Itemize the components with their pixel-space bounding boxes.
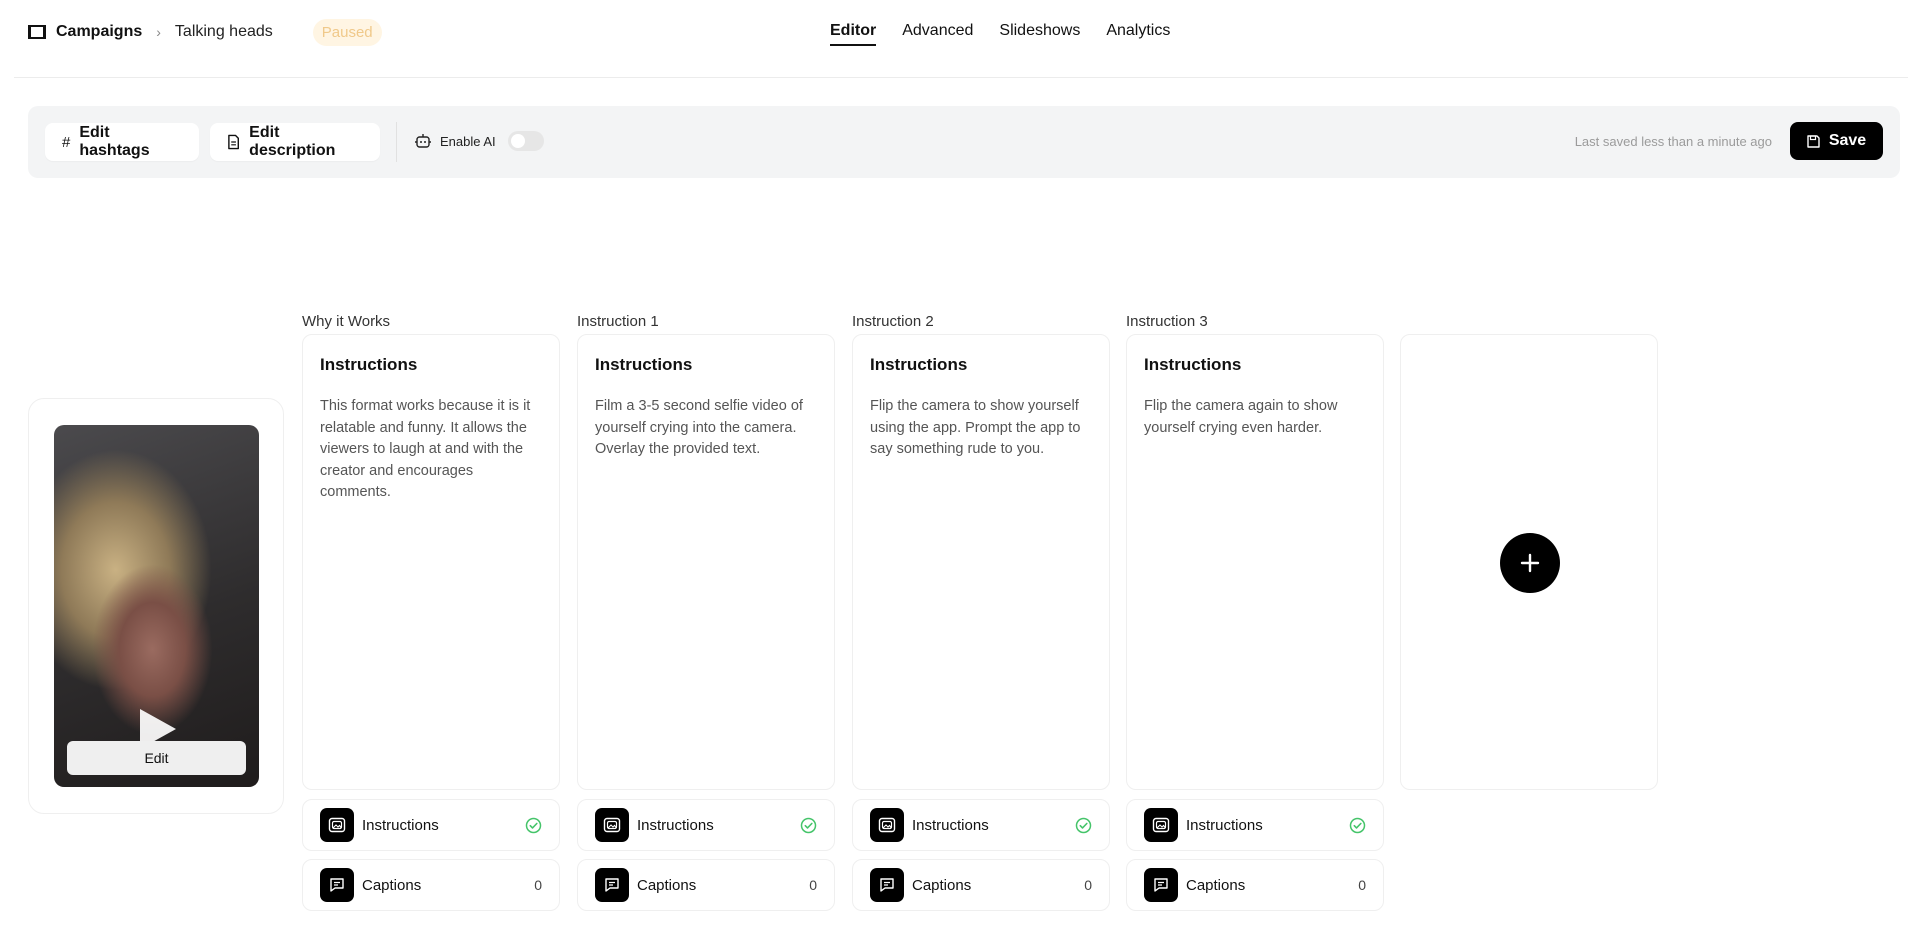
instruction-heading: Instructions [870, 355, 968, 374]
breadcrumb-current: Talking heads [174, 23, 273, 40]
add-instruction-card [1400, 334, 1658, 790]
edit-hashtags-button[interactable]: # Edit hashtags [45, 123, 199, 161]
main-tabs: Editor Advanced Slideshows Analytics [830, 20, 1170, 46]
instructions-row[interactable]: Instructions [302, 799, 560, 851]
captions-row-label: Captions [1186, 876, 1246, 894]
instruction-card[interactable]: Instructions Film a 3-5 second selfie vi… [577, 334, 835, 790]
check-circle-icon [1349, 817, 1366, 833]
tab-analytics[interactable]: Analytics [1106, 20, 1170, 46]
image-icon [595, 808, 629, 842]
captions-row[interactable]: Captions 0 [577, 859, 835, 911]
status-badge: Paused [312, 18, 382, 46]
message-icon [870, 868, 904, 902]
video-thumbnail[interactable]: Edit [54, 425, 259, 787]
hash-icon: # [62, 133, 71, 151]
column-why-it-works: Why it Works Instructions This format wo… [302, 312, 560, 911]
column-instruction-2: Instruction 2 Instructions Flip the came… [852, 312, 1110, 911]
instructions-row-label: Instructions [362, 816, 439, 834]
check-circle-icon [525, 817, 542, 833]
instruction-text: Film a 3-5 second selfie video of yourse… [595, 398, 803, 457]
tab-slideshows[interactable]: Slideshows [999, 20, 1080, 46]
instructions-row[interactable]: Instructions [852, 799, 1110, 851]
instructions-row[interactable]: Instructions [1126, 799, 1384, 851]
captions-count: 0 [1084, 877, 1092, 893]
column-title: Instruction 2 [852, 313, 934, 330]
captions-count: 0 [809, 877, 817, 893]
column-instruction-1: Instruction 1 Instructions Film a 3-5 se… [577, 312, 835, 911]
message-icon [320, 868, 354, 902]
toolbar-divider [396, 122, 397, 162]
instruction-text: This format works because it is it relat… [320, 398, 531, 500]
instruction-heading: Instructions [320, 355, 418, 374]
last-saved-text: Last saved less than a minute ago [1574, 134, 1772, 149]
column-title: Instruction 3 [1126, 313, 1208, 330]
top-header: Campaigns › Talking heads Paused Editor … [0, 0, 1922, 78]
edit-video-button[interactable]: Edit [67, 741, 246, 775]
instruction-text: Flip the camera to show yourself using t… [870, 398, 1081, 457]
captions-row[interactable]: Captions 0 [302, 859, 560, 911]
edit-description-button[interactable]: Edit description [210, 123, 380, 161]
save-label: Save [1828, 132, 1867, 149]
image-icon [1144, 808, 1178, 842]
enable-ai-label: Enable AI [440, 133, 496, 149]
captions-row-label: Captions [362, 876, 422, 894]
breadcrumb: Campaigns › Talking heads Paused [28, 18, 382, 46]
breadcrumb-campaigns-link[interactable]: Campaigns [56, 23, 142, 41]
add-instruction-button[interactable] [1500, 533, 1560, 593]
check-circle-icon [800, 817, 817, 833]
instruction-heading: Instructions [1144, 355, 1242, 374]
captions-row-label: Captions [637, 876, 697, 894]
instructions-row-label: Instructions [912, 816, 989, 834]
image-icon [870, 808, 904, 842]
enable-ai-control: Enable AI [414, 131, 544, 151]
film-icon [28, 25, 46, 39]
tab-advanced[interactable]: Advanced [902, 20, 973, 46]
instructions-row-label: Instructions [637, 816, 714, 834]
instruction-card[interactable]: Instructions This format works because i… [302, 334, 560, 790]
floppy-disk-icon [1807, 134, 1820, 148]
captions-row[interactable]: Captions 0 [1126, 859, 1384, 911]
edit-description-label: Edit description [249, 124, 336, 159]
captions-count: 0 [534, 877, 542, 893]
message-icon [595, 868, 629, 902]
captions-row-label: Captions [912, 876, 972, 894]
message-icon [1144, 868, 1178, 902]
document-icon [228, 134, 239, 150]
header-divider [14, 77, 1908, 78]
chevron-right-icon: › [156, 24, 161, 40]
instruction-heading: Instructions [595, 355, 693, 374]
instruction-card[interactable]: Instructions Flip the camera to show you… [852, 334, 1110, 790]
plus-icon [1520, 553, 1540, 573]
captions-count: 0 [1358, 877, 1366, 893]
tab-editor[interactable]: Editor [830, 20, 877, 46]
image-icon [320, 808, 354, 842]
save-button[interactable]: Save [1790, 122, 1883, 160]
instructions-row-label: Instructions [1186, 816, 1263, 834]
captions-row[interactable]: Captions 0 [852, 859, 1110, 911]
check-circle-icon [1075, 817, 1092, 833]
column-title: Instruction 1 [577, 313, 659, 330]
instructions-row[interactable]: Instructions [577, 799, 835, 851]
video-preview-card: Edit [28, 398, 284, 814]
column-title: Why it Works [302, 313, 391, 330]
editor-toolbar: # Edit hashtags Edit description Enable … [28, 106, 1900, 178]
column-instruction-3: Instruction 3 Instructions Flip the came… [1126, 312, 1384, 911]
instruction-text: Flip the camera again to show yourself c… [1144, 398, 1338, 436]
edit-hashtags-label: Edit hashtags [79, 124, 150, 159]
instruction-card[interactable]: Instructions Flip the camera again to sh… [1126, 334, 1384, 790]
robot-icon [415, 134, 431, 148]
enable-ai-toggle[interactable] [507, 131, 544, 151]
